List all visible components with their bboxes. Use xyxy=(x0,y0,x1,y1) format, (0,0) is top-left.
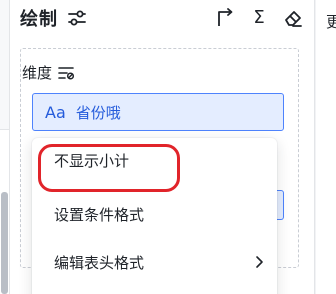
menu-item-hide-subtotal[interactable]: 不显示小计 xyxy=(32,138,277,182)
dimension-field-chip[interactable]: Aa 省份哦 xyxy=(32,93,284,131)
text-type-icon: Aa xyxy=(45,102,66,122)
chevron-right-icon xyxy=(253,255,265,269)
field-name: 省份哦 xyxy=(75,103,121,122)
app-stage: 绘制 Σ 维度 Aa 省份哦 更 不显示小计 设置条件格式 编辑表头格式 xyxy=(0,0,336,294)
right-pane-text: 更 xyxy=(326,13,336,31)
menu-item-label: 编辑表头格式 xyxy=(54,253,145,272)
eraser-icon[interactable] xyxy=(282,7,304,29)
header-tools: Σ xyxy=(214,4,304,32)
left-scrollbar-thumb[interactable] xyxy=(1,192,8,294)
sum-icon[interactable]: Σ xyxy=(248,7,270,29)
filter-list-icon[interactable] xyxy=(56,63,76,83)
dimension-label: 维度 xyxy=(22,62,76,83)
settings-sliders-icon[interactable] xyxy=(66,7,88,29)
panel-title: 绘制 xyxy=(20,9,58,30)
menu-item-conditional-format[interactable]: 设置条件格式 xyxy=(32,192,277,236)
menu-item-label: 不显示小计 xyxy=(54,151,130,170)
panel-header: 绘制 xyxy=(20,4,88,32)
dimension-label-text: 维度 xyxy=(22,64,53,82)
left-pane-edge xyxy=(0,0,10,294)
left-pane-block xyxy=(0,0,9,130)
hidden-chip-edge xyxy=(276,190,284,220)
menu-item-header-format[interactable]: 编辑表头格式 xyxy=(32,240,277,284)
right-pane: 更 xyxy=(316,0,336,294)
menu-item-label: 设置条件格式 xyxy=(54,205,145,224)
field-context-menu: 不显示小计 设置条件格式 编辑表头格式 xyxy=(32,138,277,294)
corner-arrow-icon[interactable] xyxy=(214,7,236,29)
